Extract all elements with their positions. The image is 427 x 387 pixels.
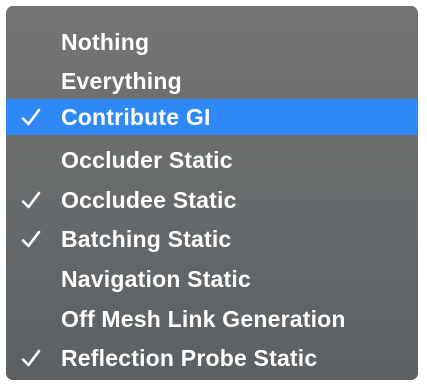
menu-item-label: Nothing — [61, 28, 150, 55]
menu-item-nothing[interactable]: Nothing — [6, 24, 418, 60]
menu-item-off-mesh-link-generation[interactable]: Off Mesh Link Generation — [6, 301, 418, 337]
menu-item-label: Off Mesh Link Generation — [61, 305, 346, 332]
menu-item-label: Occluder Static — [61, 146, 233, 173]
menu-item-occludee-static[interactable]: Occludee Static — [6, 182, 418, 218]
menu-item-batching-static[interactable]: Batching Static — [6, 221, 418, 257]
checkmark-icon — [19, 105, 43, 129]
static-flags-dropdown-menu: Nothing Everything Contribute GI Occlude… — [6, 6, 418, 380]
menu-item-label: Reflection Probe Static — [61, 344, 318, 371]
menu-item-everything[interactable]: Everything — [6, 63, 418, 99]
menu-item-label: Contribute GI — [61, 103, 211, 130]
menu-item-occluder-static[interactable]: Occluder Static — [6, 142, 418, 178]
menu-item-navigation-static[interactable]: Navigation Static — [6, 261, 418, 297]
menu-item-label: Batching Static — [61, 225, 232, 252]
checkmark-icon — [19, 346, 43, 370]
menu-item-label: Everything — [61, 67, 182, 94]
menu-item-label: Occludee Static — [61, 186, 237, 213]
menu-item-reflection-probe-static[interactable]: Reflection Probe Static — [6, 340, 418, 376]
checkmark-icon — [19, 227, 43, 251]
checkmark-icon — [19, 188, 43, 212]
menu-item-label: Navigation Static — [61, 265, 251, 292]
menu-item-contribute-gi[interactable]: Contribute GI — [6, 99, 418, 135]
